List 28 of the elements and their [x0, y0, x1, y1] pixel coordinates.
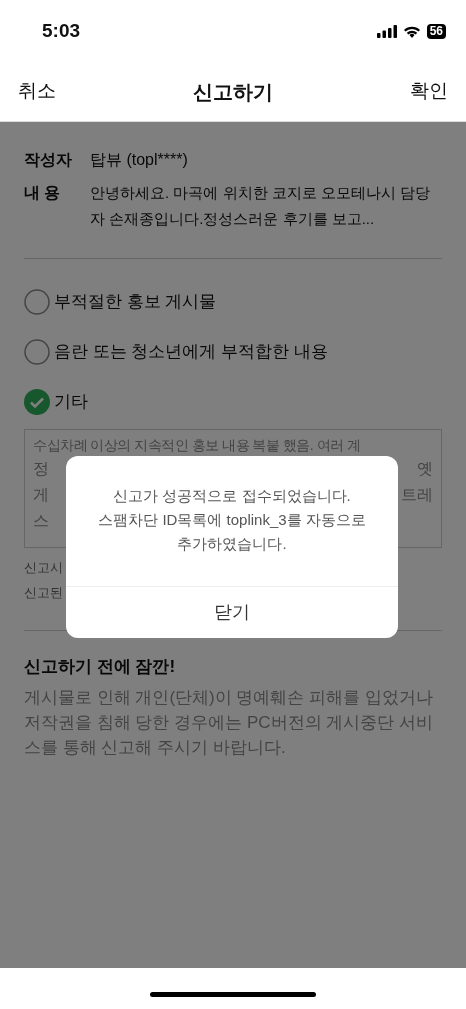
dialog-message: 신고가 성공적으로 접수되었습니다. — [113, 486, 351, 506]
dialog-message: 스팸차단 ID목록에 toplink_3를 자동으로 — [98, 510, 366, 530]
notice-text: 게시물로 인해 개인(단체)이 명예훼손 피해를 입었거나 저작권을 침해 당한 경우에는 PC버전의 게시중단 서비스를 통해 신고해 주시기 바랍니다. — [24, 687, 434, 759]
author-name: 탑뷰 (topl****) — [90, 150, 188, 170]
close-button[interactable]: 닫기 — [66, 586, 398, 638]
notice-title: 신고하기 전에 잠깐! — [24, 656, 177, 678]
reason-option[interactable]: 기타 — [24, 389, 442, 415]
wifi-icon — [402, 24, 421, 38]
note-text: 신고시 — [24, 559, 63, 577]
reason-option[interactable]: 부적절한 홍보 게시물 — [24, 289, 442, 315]
text-fragment: 트레 — [401, 485, 433, 505]
post-content: 안녕하세요. 마곡에 위치한 코지로 오모테나시 담당자 손재종입니다.정성스러운 후기를 보고... — [90, 183, 431, 229]
text-fragment: 스 — [33, 511, 49, 531]
text-line: 수십차례 이상의 지속적인 홍보 내용 복붙 했음. 여러 계 — [33, 436, 362, 455]
text-fragment: 옛 — [417, 459, 433, 479]
content-label: 내 용 — [24, 183, 62, 203]
page-title: 신고하기 — [193, 79, 273, 105]
reason-option[interactable]: 음란 또는 청소년에게 부적합한 내용 — [24, 339, 442, 365]
signal-icon — [376, 24, 397, 38]
battery-icon: 56 — [426, 23, 446, 39]
text-fragment: 게 — [33, 485, 49, 505]
dialog-message: 추가하였습니다. — [177, 534, 287, 554]
note-text: 신고된 — [24, 584, 63, 602]
cancel-button[interactable]: 취소 — [18, 77, 56, 106]
text-fragment: 정 — [33, 459, 49, 479]
author-label: 작성자 — [24, 150, 73, 170]
status-time: 5:03 — [42, 18, 81, 43]
confirm-button[interactable]: 확인 — [410, 77, 448, 106]
